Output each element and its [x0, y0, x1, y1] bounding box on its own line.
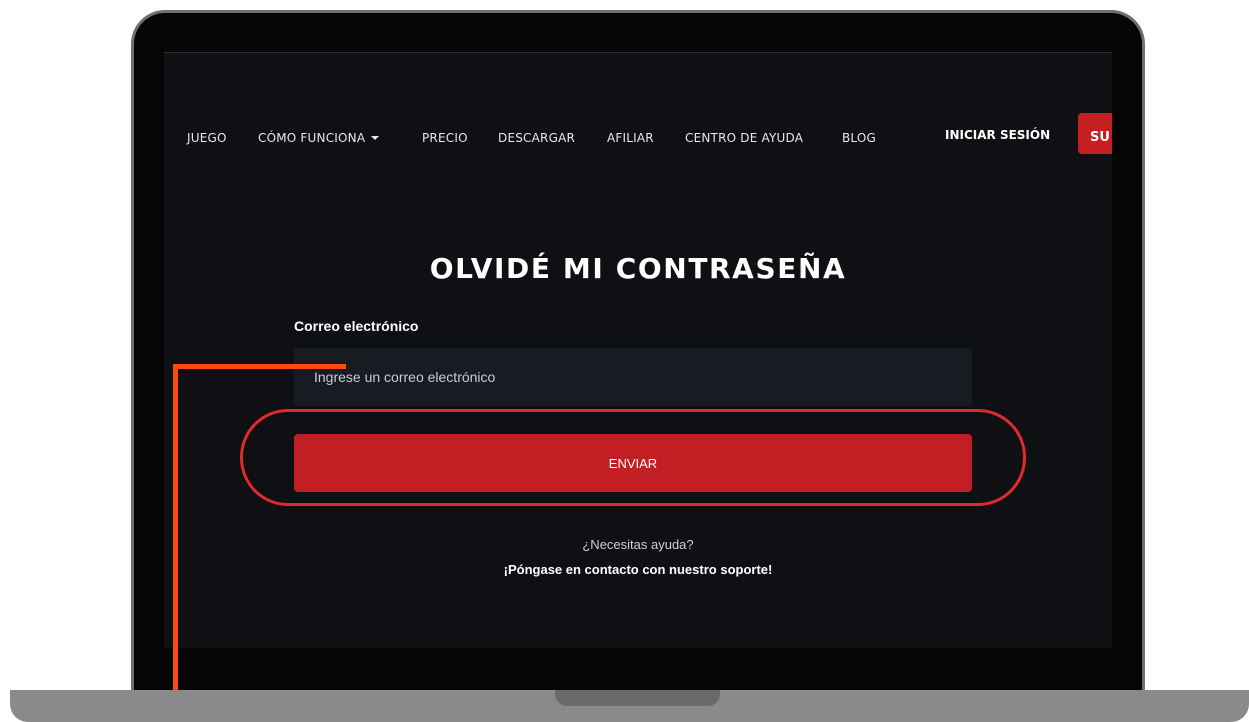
support-contact-link[interactable]: ¡Póngase en contacto con nuestro soporte…	[164, 562, 1112, 577]
top-navigation: JUEGO CÓMO FUNCIONA PRECIO DESCARGAR AFI…	[164, 52, 1112, 162]
nav-item-precio[interactable]: PRECIO	[422, 131, 468, 145]
callout-line-horizontal	[173, 364, 346, 369]
laptop-screen: JUEGO CÓMO FUNCIONA PRECIO DESCARGAR AFI…	[164, 52, 1112, 648]
nav-item-descargar[interactable]: DESCARGAR	[498, 131, 575, 145]
nav-item-afiliar[interactable]: AFILIAR	[607, 131, 654, 145]
nav-item-como-funciona[interactable]: CÓMO FUNCIONA	[258, 131, 380, 145]
page-title: OLVIDÉ MI CONTRASEÑA	[429, 252, 847, 285]
nav-item-juego[interactable]: JUEGO	[187, 131, 227, 145]
login-link[interactable]: INICIAR SESIÓN	[945, 128, 1050, 142]
nav-item-como-funciona-label: CÓMO FUNCIONA	[258, 131, 366, 145]
callout-line-vertical	[173, 364, 178, 722]
laptop-base-notch	[555, 690, 720, 706]
help-question: ¿Necesitas ayuda?	[582, 537, 694, 552]
nav-item-blog[interactable]: BLOG	[842, 131, 876, 145]
caret-down-icon	[371, 136, 380, 140]
email-label: Correo electrónico	[294, 318, 419, 334]
email-field[interactable]	[294, 348, 972, 406]
submit-button[interactable]: ENVIAR	[294, 434, 972, 492]
nav-item-centro-de-ayuda[interactable]: CENTRO DE AYUDA	[685, 131, 803, 145]
signup-button[interactable]: SU	[1078, 113, 1112, 154]
